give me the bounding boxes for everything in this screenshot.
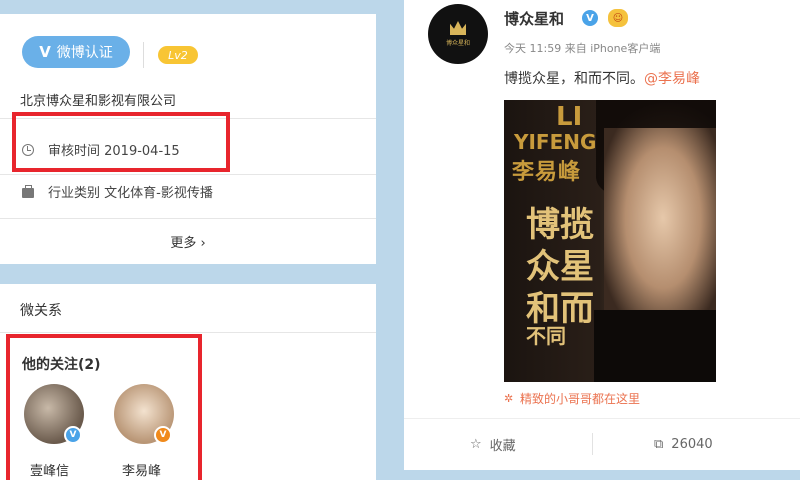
weibo-post: 博众星和 博众星和 V ☺ 今天 11:59 来自 iPhone客户端 博揽众星… [404,0,800,470]
chevron-right-icon: › [200,236,206,251]
share-button[interactable]: ⧉ 26040 [654,419,713,469]
industry-row: 行业类别 文化体育-影视传播 [22,182,213,201]
crown-logo-icon [450,21,466,35]
poster-text: YIFENG [514,130,597,154]
divider [592,433,593,455]
vip-emoji-icon[interactable]: ☺ [608,9,628,27]
mention-link[interactable]: @李易峰 [644,71,700,87]
highlight-box [6,334,202,480]
flower-icon: ✲ [504,391,514,405]
verified-v-icon: V [582,10,598,26]
post-meta: 今天 11:59 来自 iPhone客户端 [504,42,661,55]
divider [143,42,144,68]
post-text: 博揽众星，和而不同。@李易峰 [504,68,700,88]
industry: 行业类别 文化体育-影视传播 [48,186,213,201]
level-badge[interactable]: Lv2 [158,46,198,64]
post-actions: ☆ 收藏 ⧉ 26040 [404,418,800,468]
share-count: 26040 [671,436,713,452]
post-body: 博揽众星，和而不同。 [504,71,644,87]
poster-text: 李易峰 [512,160,582,185]
divider [0,218,376,219]
poster-line: 博揽 [526,205,594,245]
divider [0,174,376,175]
share-icon: ⧉ [654,436,664,452]
avatar-logo-text: 博众星和 [445,40,470,47]
post-tag-text: 精致的小哥哥都在这里 [520,392,641,406]
poster-text: 博揽 众星 和而 [526,204,594,330]
highlight-box [12,112,230,172]
post-tag-link[interactable]: ✲ 精致的小哥哥都在这里 [504,390,640,407]
more-link[interactable]: 更多 › [0,232,376,251]
favorite-label: 收藏 [489,438,516,454]
company-name: 北京博众星和影视有限公司 [20,94,177,109]
avatar[interactable]: 博众星和 [428,4,488,64]
weibo-verify-button[interactable]: V 微博认证 [22,36,130,68]
briefcase-icon [22,184,34,198]
verified-v-icon: V [39,43,51,61]
more-label: 更多 [170,236,197,251]
poster-coat [594,310,716,382]
relations-title: 微关系 [20,303,62,319]
verify-label: 微博认证 [56,45,113,61]
poster-text: 不同 [526,324,566,348]
favorite-button[interactable]: ☆ 收藏 [470,419,516,469]
divider [0,332,376,333]
post-author[interactable]: 博众星和 [504,8,564,29]
poster-line: 众星 [526,247,594,287]
poster-face [604,128,716,328]
star-icon: ☆ [470,436,482,452]
post-image[interactable]: LI YIFENG 李易峰 博揽 众星 和而 不同 [504,100,716,382]
poster-text: LI [556,102,583,132]
